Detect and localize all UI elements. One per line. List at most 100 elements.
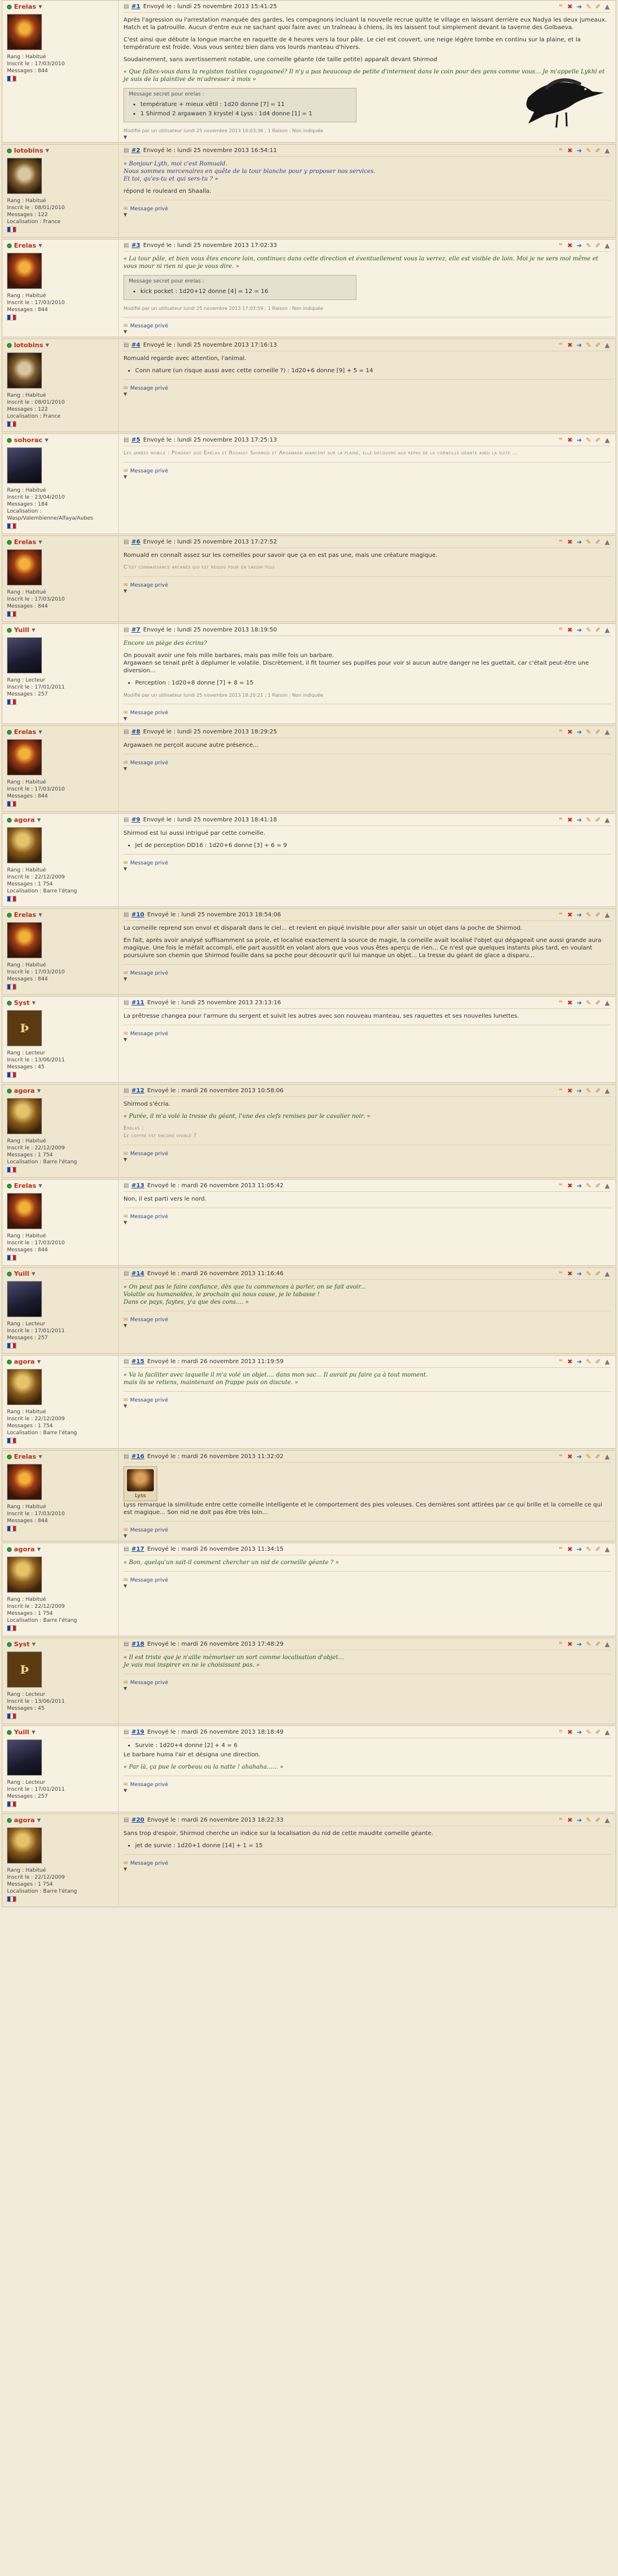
private-message-link[interactable]: ✉ Message privé [123,468,611,474]
post-toggle-icon[interactable]: ▼ [123,766,611,771]
avatar[interactable] [7,922,42,958]
user-menu-caret-icon[interactable]: ▼ [32,1000,36,1005]
up-arrow-icon[interactable]: ▲ [603,242,611,249]
edit-icon[interactable]: ✎ [585,816,592,824]
delete-icon[interactable]: ✖ [566,1453,574,1460]
avatar[interactable] [7,1464,42,1500]
delete-icon[interactable]: ✖ [566,242,574,249]
delete-icon[interactable]: ✖ [566,999,574,1007]
post-toggle-icon[interactable]: ▼ [123,1866,611,1872]
username-link[interactable]: Erelas [14,538,36,546]
private-message-link[interactable]: ✉ Message privé [123,1151,611,1157]
reply-arrow-icon[interactable]: ➜ [575,626,583,634]
quote-icon[interactable]: ❝ [557,341,564,349]
up-arrow-icon[interactable]: ▲ [603,1640,611,1648]
avatar[interactable] [7,549,42,585]
pen-icon[interactable]: ✐ [594,1816,602,1824]
delete-icon[interactable]: ✖ [566,1816,574,1824]
reply-arrow-icon[interactable]: ➜ [575,3,583,10]
private-message-link[interactable]: ✉ Message privé [123,386,611,391]
avatar[interactable] [7,1193,42,1229]
edit-icon[interactable]: ✎ [585,1358,592,1365]
pen-icon[interactable]: ✐ [594,341,602,349]
username-link[interactable]: Yuill [14,626,29,634]
edit-icon[interactable]: ✎ [585,341,592,349]
edit-icon[interactable]: ✎ [585,1728,592,1736]
private-message-link[interactable]: ✉ Message privé [123,710,611,716]
up-arrow-icon[interactable]: ▲ [603,147,611,154]
user-menu-caret-icon[interactable]: ▼ [45,437,48,443]
post-number-link[interactable]: #3 [131,242,140,249]
private-message-link[interactable]: ✉ Message privé [123,860,611,866]
user-menu-caret-icon[interactable]: ▼ [45,343,49,348]
user-menu-caret-icon[interactable]: ▼ [31,1730,35,1735]
username-link[interactable]: agora [14,1087,35,1095]
post-toggle-icon[interactable]: ▼ [123,1323,611,1328]
quote-icon[interactable]: ❝ [557,1270,564,1278]
avatar[interactable] [7,352,42,389]
user-menu-caret-icon[interactable]: ▼ [37,817,41,823]
post-number-link[interactable]: #12 [131,1088,144,1094]
private-message-link[interactable]: ✉ Message privé [123,760,611,766]
quote-icon[interactable]: ❝ [557,1816,564,1824]
private-message-link[interactable]: ✉ Message privé [123,583,611,588]
user-menu-caret-icon[interactable]: ▼ [31,627,35,633]
up-arrow-icon[interactable]: ▲ [603,1087,611,1095]
post-number-link[interactable]: #13 [131,1183,144,1189]
avatar[interactable] [7,253,42,289]
username-link[interactable]: Syst [14,999,30,1007]
user-menu-caret-icon[interactable]: ▼ [38,539,42,545]
up-arrow-icon[interactable]: ▲ [603,341,611,349]
username-link[interactable]: Erelas [14,728,36,736]
quote-icon[interactable]: ❝ [557,816,564,824]
up-arrow-icon[interactable]: ▲ [603,999,611,1007]
username-link[interactable]: Erelas [14,3,36,10]
post-number-link[interactable]: #11 [131,1000,144,1006]
up-arrow-icon[interactable]: ▲ [603,1816,611,1824]
reply-arrow-icon[interactable]: ➜ [575,1545,583,1553]
up-arrow-icon[interactable]: ▲ [603,1270,611,1278]
reply-arrow-icon[interactable]: ➜ [575,1087,583,1095]
reply-arrow-icon[interactable]: ➜ [575,341,583,349]
private-message-link[interactable]: ✉ Message privé [123,206,611,212]
pen-icon[interactable]: ✐ [594,1358,602,1365]
post-toggle-icon[interactable]: ▼ [123,212,611,217]
edit-icon[interactable]: ✎ [585,436,592,444]
avatar[interactable] [7,739,42,775]
post-number-link[interactable]: #1 [131,3,140,10]
post-number-link[interactable]: #2 [131,147,140,154]
quote-icon[interactable]: ❝ [557,999,564,1007]
up-arrow-icon[interactable]: ▲ [603,816,611,824]
delete-icon[interactable]: ✖ [566,3,574,10]
up-arrow-icon[interactable]: ▲ [603,3,611,10]
delete-icon[interactable]: ✖ [566,728,574,736]
avatar[interactable] [7,158,42,194]
post-number-link[interactable]: #19 [131,1729,144,1735]
post-toggle-icon[interactable]: ▼ [123,976,611,982]
edit-icon[interactable]: ✎ [585,1087,592,1095]
username-link[interactable]: Syst [14,1640,30,1648]
post-toggle-icon[interactable]: ▼ [123,1686,611,1691]
post-number-link[interactable]: #15 [131,1358,144,1365]
user-menu-caret-icon[interactable]: ▼ [37,1088,41,1093]
pen-icon[interactable]: ✐ [594,728,602,736]
quote-icon[interactable]: ❝ [557,3,564,10]
delete-icon[interactable]: ✖ [566,1358,574,1365]
edit-icon[interactable]: ✎ [585,626,592,634]
post-toggle-icon[interactable]: ▼ [123,588,611,594]
username-link[interactable]: agora [14,1358,35,1365]
reply-arrow-icon[interactable]: ➜ [575,242,583,249]
post-toggle-icon[interactable]: ▼ [123,391,611,397]
quote-icon[interactable]: ❝ [557,1640,564,1648]
post-number-link[interactable]: #9 [131,817,140,823]
up-arrow-icon[interactable]: ▲ [603,1545,611,1553]
post-toggle-icon[interactable]: ▼ [123,1583,611,1589]
reply-arrow-icon[interactable]: ➜ [575,1728,583,1736]
reply-arrow-icon[interactable]: ➜ [575,1358,583,1365]
quote-icon[interactable]: ❝ [557,147,564,154]
quote-icon[interactable]: ❝ [557,1182,564,1190]
post-toggle-icon[interactable]: ▼ [123,1788,611,1793]
post-number-link[interactable]: #14 [131,1271,144,1277]
username-link[interactable]: agora [14,1816,35,1824]
pen-icon[interactable]: ✐ [594,1270,602,1278]
